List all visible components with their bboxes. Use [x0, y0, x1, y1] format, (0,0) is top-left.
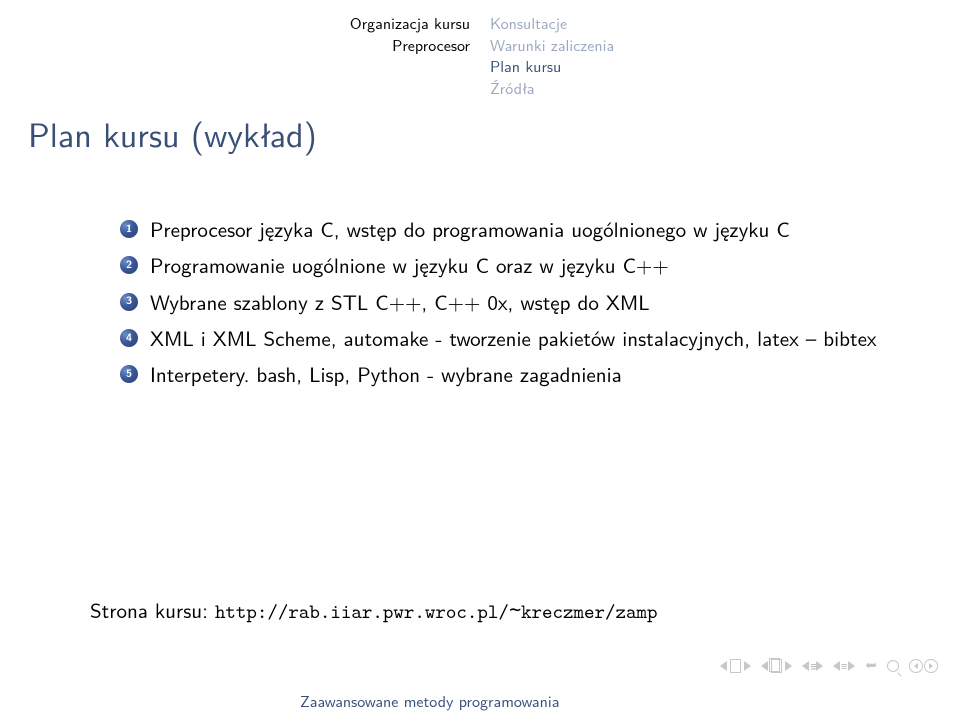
header-sub-warunki[interactable]: Warunki zaliczenia [490, 34, 614, 56]
nav-subsection-group: ≡ [833, 658, 855, 674]
footer-title: Zaawansowane metody programowania [300, 689, 559, 712]
bullet-number-icon: 5 [120, 365, 138, 383]
back-icon[interactable]: ➦ [865, 656, 877, 676]
next-section-icon[interactable] [816, 661, 823, 671]
prev-slide-icon[interactable] [720, 661, 727, 671]
list-item-text: Interpetery. bash, Lisp, Python - wybran… [150, 360, 880, 388]
search-icon[interactable] [887, 660, 899, 672]
list-item: 3 Wybrane szablony z STL C++, C++ 0x, ws… [120, 288, 880, 316]
beamer-nav-bar: ≡ ≡ ➦ [720, 656, 938, 676]
header-section-org[interactable]: Organizacja kursu [0, 12, 470, 34]
slide-header: Organizacja kursu Preprocesor Konsultacj… [0, 12, 960, 98]
bullet-number-icon: 1 [120, 220, 138, 238]
list-item-text: XML i XML Scheme, automake - tworzenie p… [150, 324, 880, 352]
tilde-icon: ∼ [509, 597, 521, 623]
list-item: 4 XML i XML Scheme, automake - tworzenie… [120, 324, 880, 352]
course-url-part1[interactable]: http://rab.iiar.pwr.wroc.pl/ [215, 599, 509, 625]
header-sub-konsultacje[interactable]: Konsultacje [490, 12, 614, 34]
prev-frame-icon[interactable] [761, 661, 768, 671]
next-frame-icon[interactable] [785, 661, 792, 671]
header-sections: Organizacja kursu Preprocesor [0, 12, 470, 98]
next-subsection-icon[interactable] [848, 661, 855, 671]
nav-section-group: ≡ [802, 657, 823, 676]
bullet-number-icon: 4 [120, 329, 138, 347]
prev-section-icon[interactable] [802, 661, 809, 671]
frame-icon[interactable] [771, 659, 782, 673]
list-item-text: Preprocesor języka C, wstęp do programow… [150, 215, 880, 243]
subsection-bars-icon[interactable]: ≡ [841, 658, 847, 674]
slide-icon[interactable] [730, 659, 741, 673]
course-url-part2[interactable]: kreczmer/zamp [521, 599, 658, 625]
footer-bar: Zaawansowane metody programowania [0, 680, 960, 720]
course-label: Strona kursu: [90, 595, 215, 625]
slide-title: Plan kursu (wykład) [28, 108, 317, 158]
content-list: 1 Preprocesor języka C, wstęp do program… [120, 215, 880, 397]
header-section-preproc[interactable]: Preprocesor [0, 34, 470, 56]
list-item: 1 Preprocesor języka C, wstęp do program… [120, 215, 880, 243]
circle-next-icon[interactable] [924, 659, 938, 673]
prev-subsection-icon[interactable] [833, 661, 840, 671]
next-slide-icon[interactable] [744, 661, 751, 671]
list-item: 2 Programowanie uogólnione w języku C or… [120, 251, 880, 279]
section-bars-icon[interactable]: ≡ [810, 657, 815, 676]
header-sub-zrodla[interactable]: Źródła [490, 77, 614, 99]
circle-prev-icon[interactable] [909, 659, 923, 673]
nav-frame-group [761, 659, 792, 673]
course-url-line: Strona kursu: http://rab.iiar.pwr.wroc.p… [90, 595, 657, 625]
header-sub-plan-active[interactable]: Plan kursu [490, 55, 614, 77]
bullet-number-icon: 3 [120, 293, 138, 311]
nav-play-group [909, 659, 938, 673]
bullet-number-icon: 2 [120, 256, 138, 274]
list-item: 5 Interpetery. bash, Lisp, Python - wybr… [120, 360, 880, 388]
header-subsections: Konsultacje Warunki zaliczenia Plan kurs… [490, 12, 614, 98]
nav-slide-group [720, 659, 751, 673]
list-item-text: Wybrane szablony z STL C++, C++ 0x, wstę… [150, 288, 880, 316]
list-item-text: Programowanie uogólnione w języku C oraz… [150, 251, 880, 279]
